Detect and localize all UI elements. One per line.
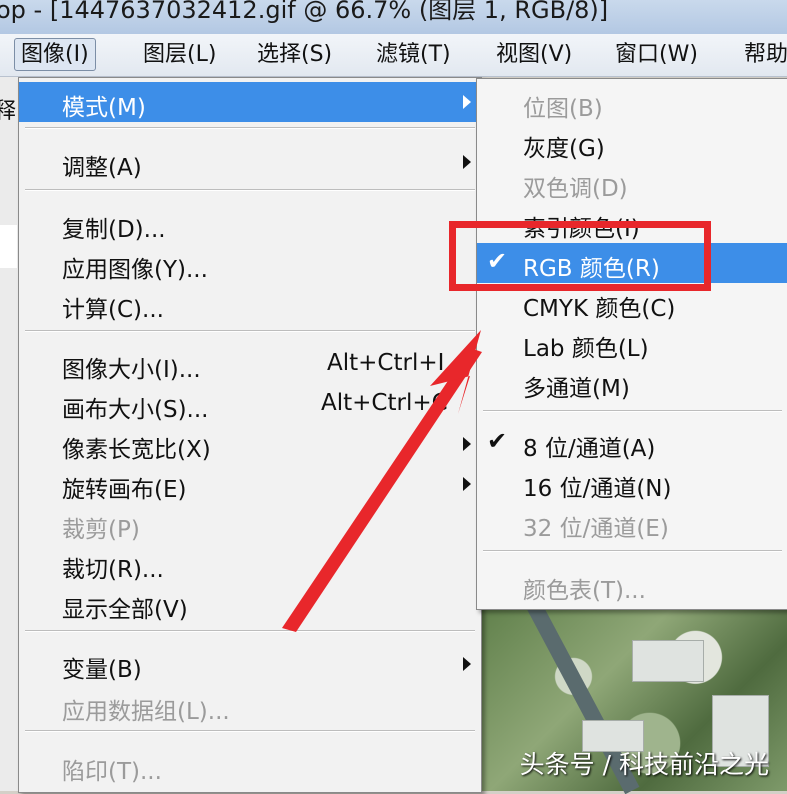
watermark-text: 头条号 / 科技前沿之光 (519, 750, 769, 779)
annotation-arrow-shape (282, 348, 482, 632)
annotation-arrow (282, 330, 482, 632)
